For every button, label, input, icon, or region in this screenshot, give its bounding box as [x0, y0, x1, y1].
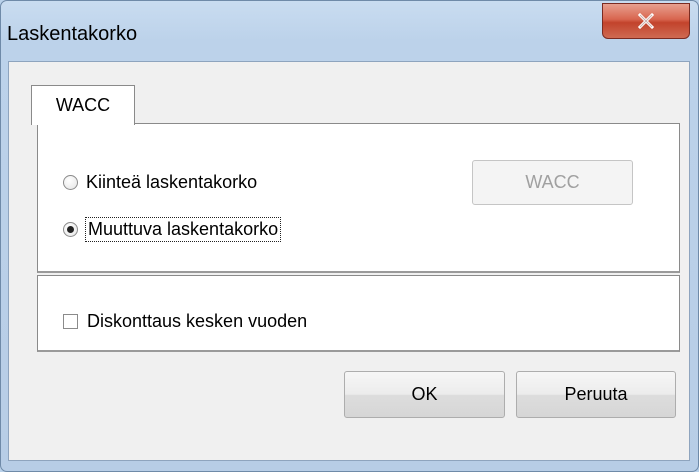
window-title: Laskentakorko [7, 23, 138, 45]
cancel-button-label: Peruuta [564, 384, 628, 404]
radio-variable-rate[interactable]: Muuttuva laskentakorko [63, 217, 282, 242]
ok-button[interactable]: OK [344, 371, 505, 418]
tab-wacc[interactable]: WACC [31, 85, 135, 125]
wacc-button[interactable]: WACC [472, 160, 633, 205]
cancel-button[interactable]: Peruuta [516, 371, 676, 418]
radio-button-unchecked[interactable] [63, 175, 78, 190]
radio-variable-rate-label: Muuttuva laskentakorko [84, 217, 282, 242]
wacc-button-label: WACC [525, 172, 580, 192]
close-icon [637, 13, 655, 29]
radio-fixed-rate-label: Kiinteä laskentakorko [86, 172, 258, 192]
discount-checkbox-row[interactable]: Diskonttaus kesken vuoden [63, 311, 307, 332]
radio-button-checked[interactable] [63, 222, 78, 237]
close-button[interactable] [602, 3, 690, 39]
radio-fixed-rate[interactable]: Kiinteä laskentakorko [63, 172, 257, 193]
ok-button-label: OK [411, 384, 438, 404]
discount-checkbox-label: Diskonttaus kesken vuoden [87, 311, 308, 331]
tab-label: WACC [55, 95, 111, 115]
discount-checkbox[interactable] [63, 314, 78, 329]
